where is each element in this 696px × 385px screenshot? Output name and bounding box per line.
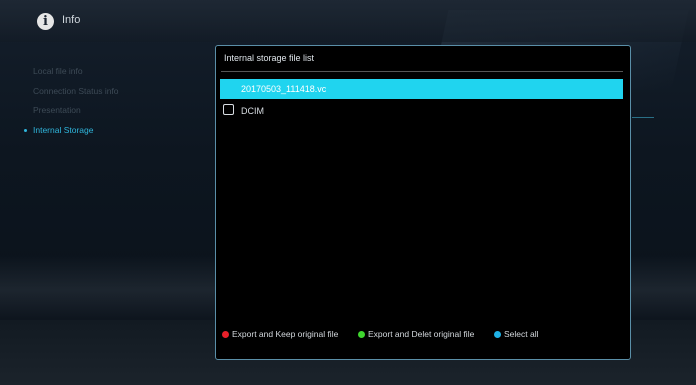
- dialog-title: Internal storage file list: [224, 53, 315, 63]
- side-item-local-file-info[interactable]: Local file info: [22, 62, 202, 82]
- side-item-label: Local file info: [33, 66, 83, 76]
- file-checkbox[interactable]: [223, 82, 234, 93]
- side-menu: Local file info Connection Status info P…: [22, 62, 202, 140]
- active-indicator-icon: [24, 128, 27, 132]
- select-all-label: Select all: [504, 329, 539, 339]
- info-icon: i: [37, 13, 54, 30]
- file-checkbox[interactable]: [223, 104, 234, 115]
- file-name: 20170503_111418.vc: [241, 84, 327, 94]
- export-delete-action[interactable]: Export and Delet original file: [358, 328, 474, 340]
- header-bar: i Info: [0, 0, 696, 42]
- select-all-action[interactable]: Select all: [494, 328, 539, 340]
- side-item-internal-storage[interactable]: Internal Storage: [22, 121, 202, 141]
- dialog-divider: [221, 71, 623, 72]
- export-keep-label: Export and Keep original file: [232, 329, 339, 339]
- file-row[interactable]: DCIM: [220, 101, 623, 121]
- file-list: 20170503_111418.vc DCIM: [220, 79, 623, 123]
- header-title: Info: [62, 14, 81, 26]
- red-button-icon: [222, 331, 229, 338]
- side-item-label: Internal Storage: [33, 124, 94, 135]
- side-item-connection-status-info[interactable]: Connection Status info: [22, 82, 202, 102]
- file-row[interactable]: 20170503_111418.vc: [220, 79, 623, 99]
- side-item-label: Connection Status info: [33, 85, 119, 96]
- file-list-dialog: Internal storage file list 20170503_1114…: [215, 45, 631, 360]
- background-accent-line: [632, 117, 654, 118]
- side-item-label: Presentation: [33, 105, 81, 115]
- side-item-presentation[interactable]: Presentation: [22, 101, 202, 121]
- file-name: DCIM: [241, 106, 264, 116]
- blue-button-icon: [494, 331, 501, 338]
- green-button-icon: [358, 331, 365, 338]
- export-keep-action[interactable]: Export and Keep original file: [222, 328, 338, 340]
- export-delete-label: Export and Delet original file: [368, 329, 475, 339]
